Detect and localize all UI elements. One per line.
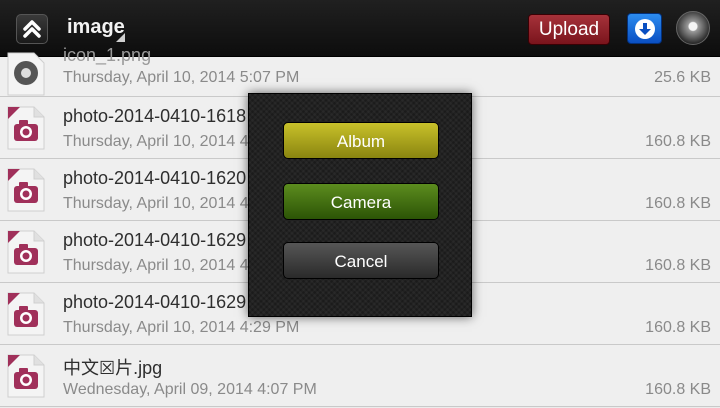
- jpeg-camera-file-icon: [7, 106, 45, 150]
- file-size: 160.8 KB: [645, 133, 711, 150]
- file-size: 160.8 KB: [645, 257, 711, 274]
- file-name: photo-2014-0410-1618: [63, 106, 247, 126]
- file-date: Wednesday, April 09, 2014 4:07 PM: [63, 381, 317, 398]
- file-size: 160.8 KB: [645, 381, 711, 398]
- up-folder-button[interactable]: [16, 14, 48, 44]
- file-date: Thursday, April 10, 2014 4:29 PM: [63, 319, 300, 336]
- camera-button[interactable]: Camera: [283, 183, 439, 220]
- file-name: photo-2014-0410-1629: [63, 230, 247, 250]
- gear-file-icon: [7, 52, 45, 96]
- download-button[interactable]: [627, 13, 662, 44]
- file-size: 25.6 KB: [654, 69, 711, 86]
- album-button[interactable]: Album: [283, 122, 439, 159]
- photo-source-dialog: Album Camera Cancel: [248, 93, 472, 317]
- jpeg-camera-file-icon: [7, 354, 45, 398]
- file-row[interactable]: 中文☒片.jpg Wednesday, April 09, 2014 4:07 …: [0, 345, 720, 407]
- jpeg-camera-file-icon: [7, 168, 45, 212]
- file-date: Thursday, April 10, 2014 4: [63, 195, 249, 212]
- file-date: Thursday, April 10, 2014 4: [63, 133, 249, 150]
- settings-knob-button[interactable]: [676, 11, 710, 45]
- cancel-button[interactable]: Cancel: [283, 242, 439, 279]
- file-size: 160.8 KB: [645, 319, 711, 336]
- file-size: 160.8 KB: [645, 195, 711, 212]
- upload-button[interactable]: Upload: [528, 14, 610, 45]
- file-date: Thursday, April 10, 2014 4: [63, 257, 249, 274]
- jpeg-camera-file-icon: [7, 292, 45, 336]
- file-name: icon_1.png: [63, 45, 152, 65]
- file-date: Thursday, April 10, 2014 5:07 PM: [63, 69, 300, 86]
- file-row[interactable]: icon_1.png Thursday, April 10, 2014 5:07…: [0, 45, 720, 97]
- dropdown-caret-icon[interactable]: [116, 33, 125, 42]
- file-name: photo-2014-0410-1629: [63, 292, 247, 312]
- file-name: photo-2014-0410-1620: [63, 168, 247, 188]
- download-icon: [634, 19, 655, 39]
- jpeg-camera-file-icon: [7, 230, 45, 274]
- chevron-up-icon: [23, 20, 41, 38]
- file-name: 中文☒片.jpg: [63, 358, 163, 378]
